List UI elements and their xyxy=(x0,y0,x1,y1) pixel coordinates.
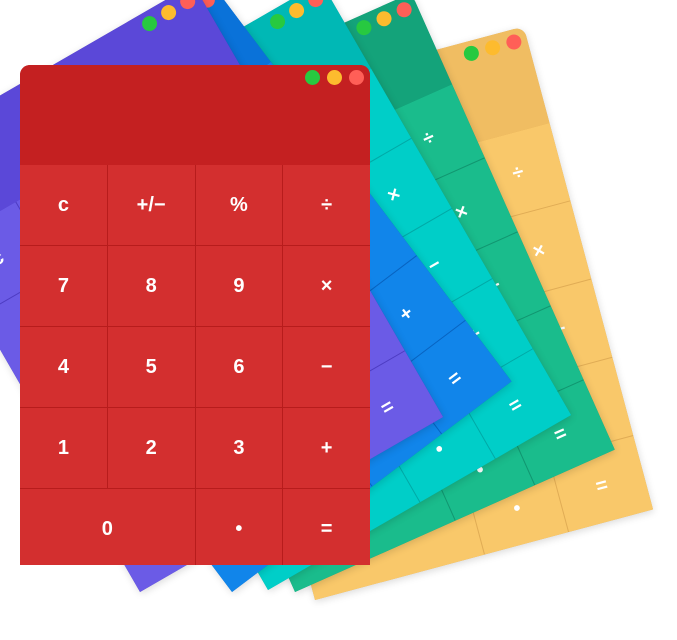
yellow-window-button[interactable] xyxy=(158,2,179,23)
red-window-button[interactable] xyxy=(305,0,326,10)
window-controls xyxy=(305,70,364,85)
yellow-window-button[interactable] xyxy=(374,8,394,29)
green-window-button[interactable] xyxy=(305,70,320,85)
calculator-red: c +/−% ÷ 7 8 9 × 4 5 6− 1 2 3 +0 • = xyxy=(20,65,370,565)
key-decimal-button[interactable]: • xyxy=(195,489,283,565)
key-equals-button[interactable]: = xyxy=(283,489,370,565)
key-9-button[interactable]: 9 xyxy=(195,246,283,326)
key-1-button[interactable]: 1 xyxy=(20,408,107,488)
window-controls xyxy=(267,0,326,32)
yellow-window-button[interactable] xyxy=(483,38,502,57)
red-window-button[interactable] xyxy=(394,0,415,20)
key-8-button[interactable]: 8 xyxy=(107,246,195,326)
window-controls xyxy=(139,0,198,34)
key-add-button[interactable]: + xyxy=(283,408,370,488)
key-clear-button[interactable]: c xyxy=(20,165,107,245)
key-divide-button[interactable]: ÷ xyxy=(283,165,370,245)
red-window-button[interactable] xyxy=(504,32,524,52)
keypad: c+/−%÷ 789× 456− 123+0•= xyxy=(20,165,370,565)
green-window-button[interactable] xyxy=(139,13,160,34)
yellow-window-button[interactable] xyxy=(286,0,307,21)
key-percent-button[interactable]: % xyxy=(195,165,283,245)
red-window-button[interactable] xyxy=(177,0,198,12)
key-2-button[interactable]: 2 xyxy=(107,408,195,488)
key-multiply-button[interactable]: × xyxy=(283,246,370,326)
yellow-window-button[interactable] xyxy=(327,70,342,85)
green-window-button[interactable] xyxy=(462,44,481,63)
green-window-button[interactable] xyxy=(354,17,374,38)
green-window-button[interactable] xyxy=(267,11,288,32)
key-0-button[interactable]: 0 xyxy=(20,489,195,565)
key-4-button[interactable]: 4 xyxy=(20,327,107,407)
key-5-button[interactable]: 5 xyxy=(107,327,195,407)
calculator-display xyxy=(20,65,370,165)
window-controls xyxy=(354,0,415,38)
key-7-button[interactable]: 7 xyxy=(20,246,107,326)
red-window-button[interactable] xyxy=(349,70,364,85)
key-6-button[interactable]: 6 xyxy=(195,327,283,407)
key-sign-button[interactable]: +/− xyxy=(107,165,195,245)
key-3-button[interactable]: 3 xyxy=(195,408,283,488)
key-subtract-button[interactable]: − xyxy=(283,327,370,407)
window-controls xyxy=(462,32,524,63)
